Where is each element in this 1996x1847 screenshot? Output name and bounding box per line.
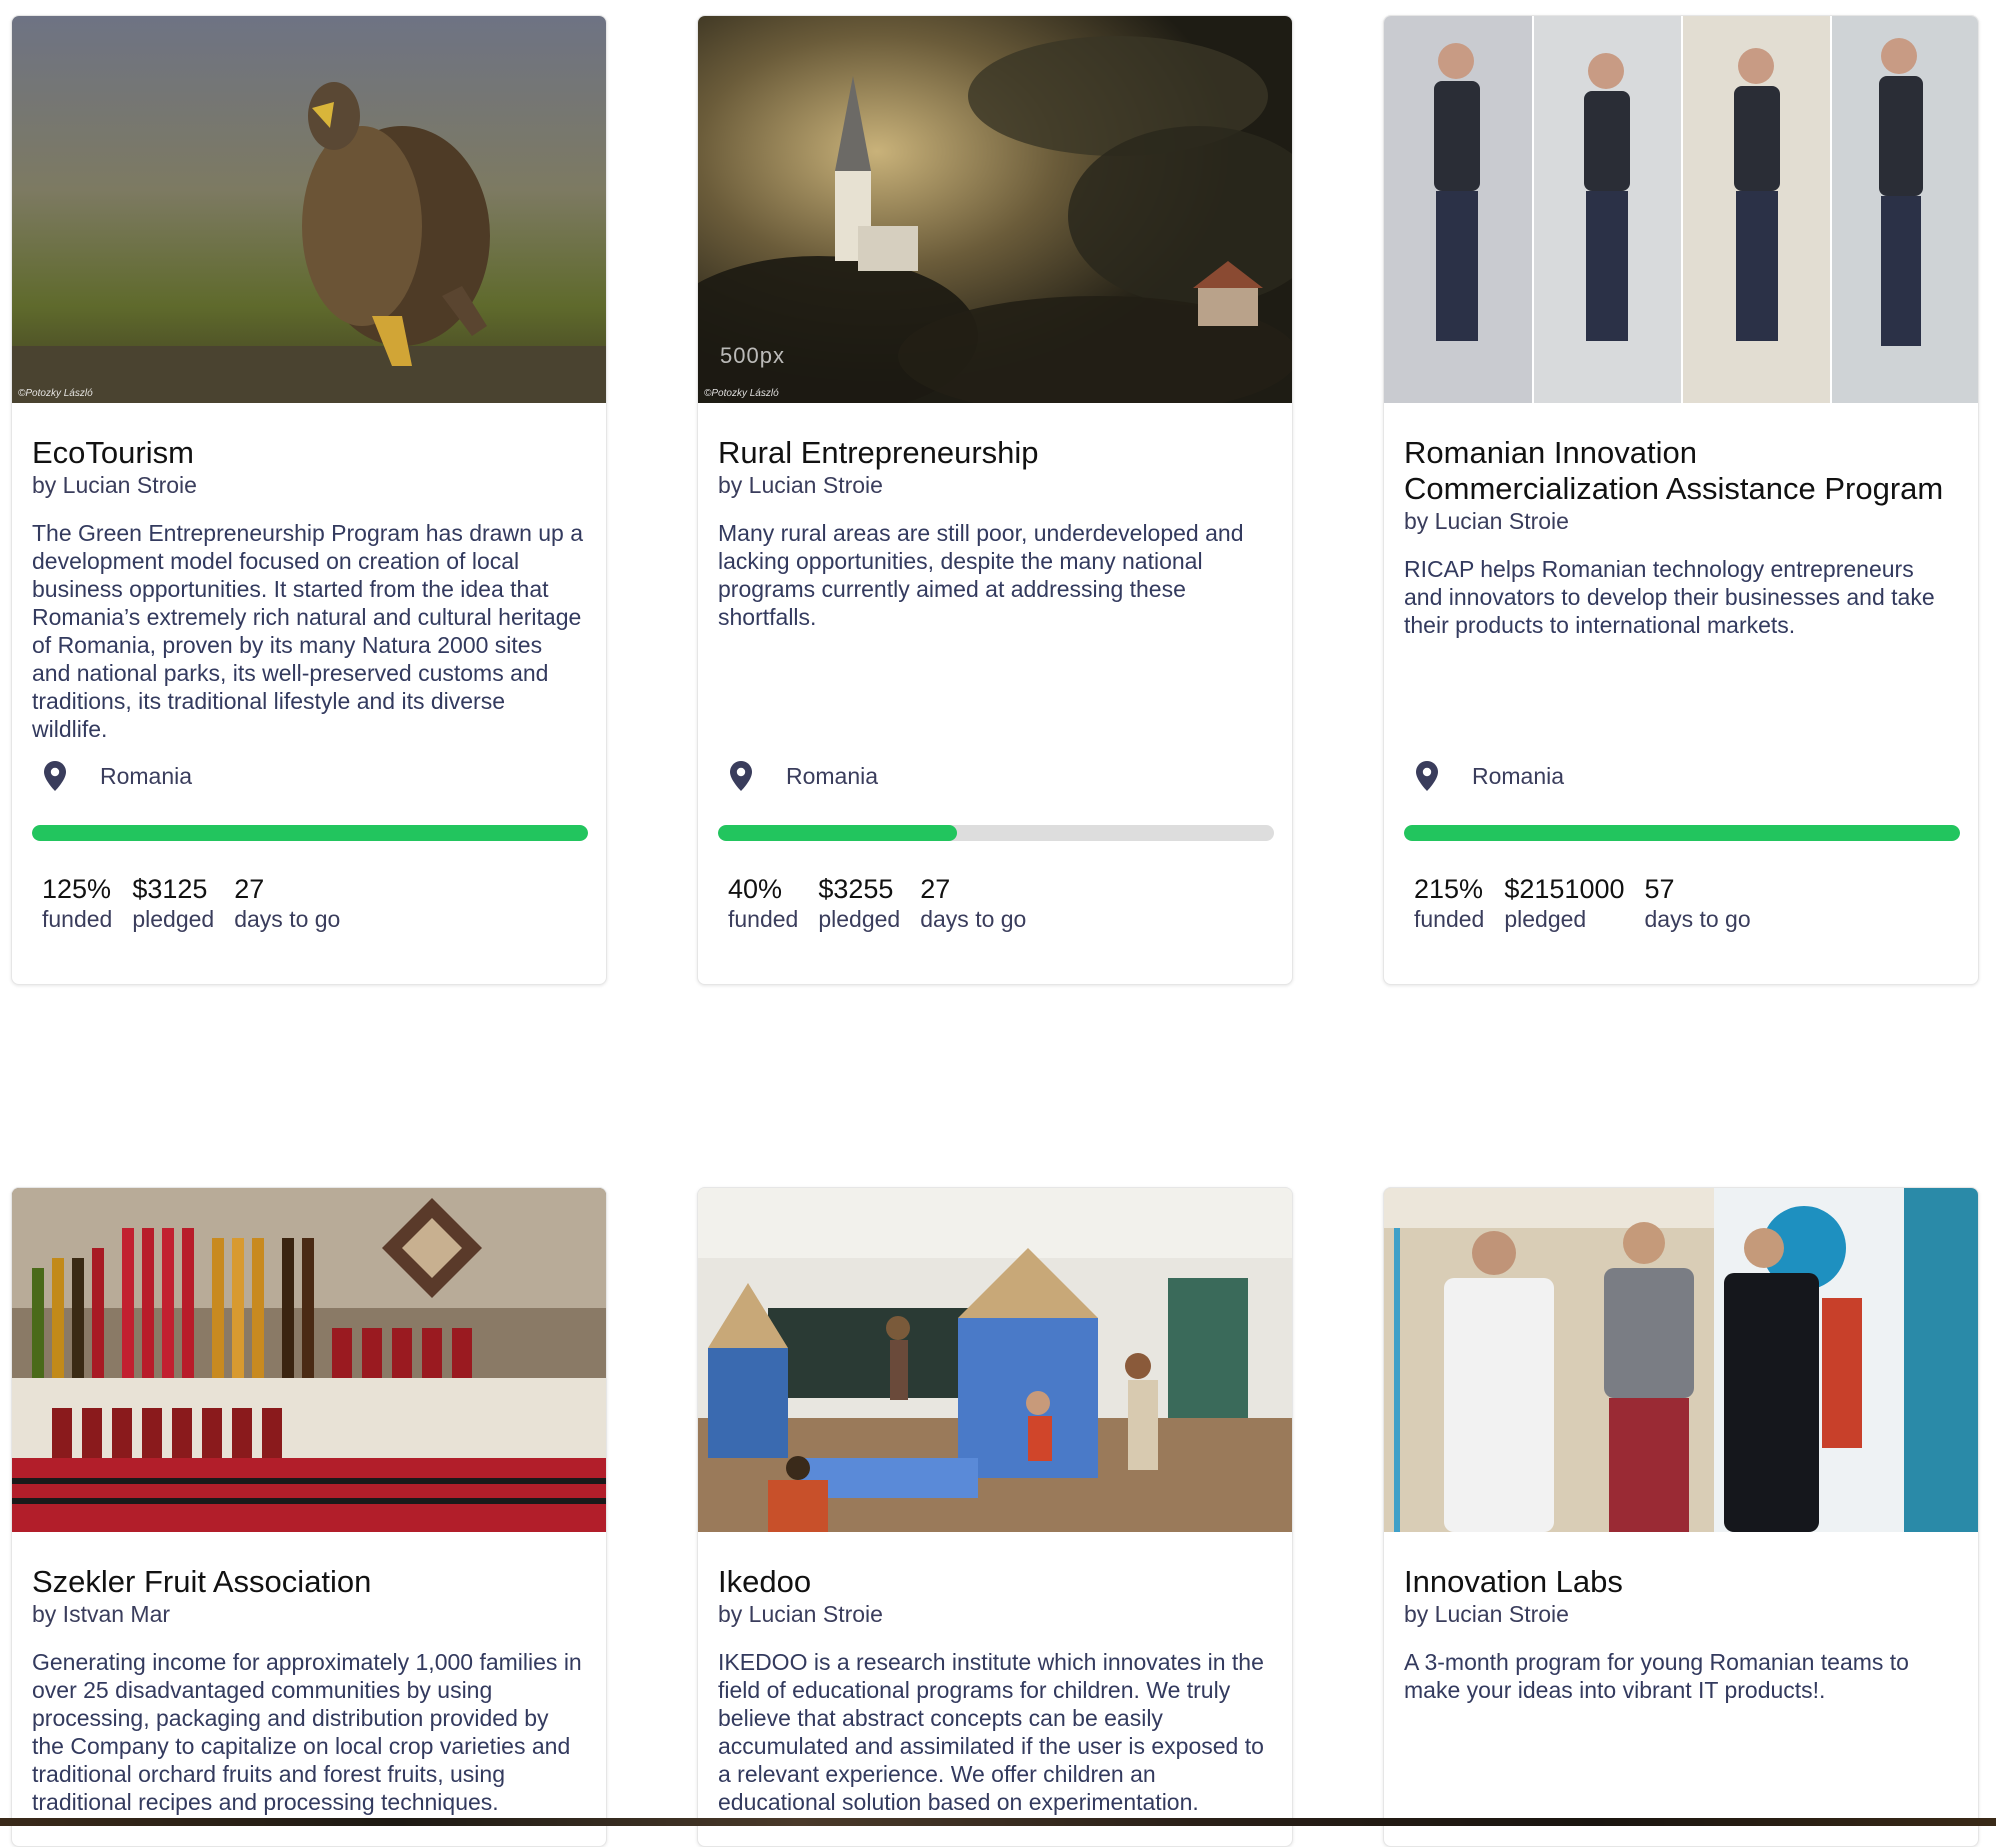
photo-watermark: 500px (720, 343, 785, 368)
eagle-photo-image (12, 16, 606, 403)
pledged-value: $3255 (818, 874, 894, 904)
exoskeleton-photo-image (1384, 16, 1978, 403)
map-pin-icon (44, 761, 66, 791)
funding-stats: 40% funded $3255 pledged 27 days to go (728, 874, 1046, 934)
funded-value: 40% (728, 874, 783, 904)
days-label: days to go (920, 906, 1027, 932)
photo-credit: ©Potozky László (18, 388, 93, 399)
stat-pledged: $3125 pledged (132, 874, 214, 934)
funding-progress-bar (1404, 825, 1960, 841)
project-photo-innovation-labs[interactable] (1384, 1188, 1978, 1532)
pledged-value: $2151000 (1504, 874, 1625, 904)
stat-days: 27 days to go (920, 874, 1026, 934)
footer-image-strip (0, 1818, 1996, 1826)
project-grid: ©Potozky László EcoTourism by Lucian Str… (0, 0, 1996, 1847)
project-description: A 3-month program for young Romanian tea… (1404, 1649, 1909, 1703)
days-value: 57 (1644, 874, 1675, 904)
stat-funded: 40% funded (728, 874, 798, 934)
innovation-labs-photo-image (1384, 1188, 1978, 1532)
project-card[interactable]: 500px ©Potozky László Rural Entrepreneur… (697, 15, 1293, 985)
map-pin-icon (730, 761, 752, 791)
project-author[interactable]: by Lucian Stroie (718, 1600, 1272, 1628)
funding-progress-fill (718, 825, 958, 841)
project-author[interactable]: by Lucian Stroie (1404, 507, 1958, 535)
project-location: Romania (730, 761, 878, 791)
funding-progress-fill (32, 825, 588, 841)
days-label: days to go (234, 906, 341, 932)
photo-credit: ©Potozky László (704, 388, 779, 399)
project-location: Romania (1416, 761, 1564, 791)
location-label: Romania (786, 762, 879, 789)
project-card[interactable]: Innovation Labs by Lucian Stroie A 3-mon… (1383, 1187, 1979, 1847)
stat-pledged: $3255 pledged (818, 874, 900, 934)
project-card[interactable]: ©Potozky László EcoTourism by Lucian Str… (11, 15, 607, 985)
days-value: 27 (920, 874, 951, 904)
days-value: 27 (234, 874, 265, 904)
project-author[interactable]: by Istvan Mar (32, 1600, 586, 1628)
project-card[interactable]: Szekler Fruit Association by Istvan Mar … (11, 1187, 607, 1847)
pledged-value: $3125 (132, 874, 208, 904)
stat-pledged: $2151000 pledged (1504, 874, 1624, 934)
project-description: The Green Entrepreneurship Program has d… (32, 520, 584, 742)
village-photo-image (698, 16, 1292, 403)
project-title[interactable]: Romanian Innovation Commercialization As… (1404, 435, 1958, 507)
stat-days: 27 days to go (234, 874, 340, 934)
funding-progress-bar (718, 825, 1274, 841)
project-author[interactable]: by Lucian Stroie (32, 471, 586, 499)
project-location: Romania (44, 761, 192, 791)
project-author[interactable]: by Lucian Stroie (1404, 1600, 1958, 1628)
map-pin-icon (1416, 761, 1438, 791)
project-title[interactable]: EcoTourism (32, 435, 586, 471)
funded-label: funded (42, 906, 113, 932)
stat-funded: 215% funded (1414, 874, 1484, 934)
days-label: days to go (1644, 906, 1751, 932)
stat-funded: 125% funded (42, 874, 112, 934)
project-description: RICAP helps Romanian technology entrepre… (1404, 556, 1935, 638)
classroom-photo-image (698, 1188, 1292, 1532)
funded-value: 215% (1414, 874, 1484, 904)
project-photo-village[interactable]: 500px ©Potozky László (698, 16, 1292, 403)
pledged-label: pledged (818, 906, 901, 932)
funding-stats: 125% funded $3125 pledged 27 days to go (42, 874, 360, 934)
project-description: Generating income for approximately 1,00… (32, 1649, 582, 1815)
funded-label: funded (1414, 906, 1485, 932)
location-label: Romania (1472, 762, 1565, 789)
project-photo-classroom[interactable] (698, 1188, 1292, 1532)
project-photo-fruit-stand[interactable] (12, 1188, 606, 1532)
project-description: IKEDOO is a research institute which inn… (718, 1649, 1264, 1815)
funding-progress-bar (32, 825, 588, 841)
funding-progress-fill (1404, 825, 1960, 841)
funded-value: 125% (42, 874, 112, 904)
project-card[interactable]: Romanian Innovation Commercialization As… (1383, 15, 1979, 985)
project-author[interactable]: by Lucian Stroie (718, 471, 1272, 499)
location-label: Romania (100, 762, 193, 789)
project-title[interactable]: Ikedoo (718, 1564, 1272, 1600)
project-title[interactable]: Szekler Fruit Association (32, 1564, 586, 1600)
pledged-label: pledged (1504, 906, 1587, 932)
funding-stats: 215% funded $2151000 pledged 57 days to … (1414, 874, 1771, 934)
project-photo-exoskeleton[interactable] (1384, 16, 1978, 403)
project-description: Many rural areas are still poor, underde… (718, 520, 1244, 630)
project-card[interactable]: Ikedoo by Lucian Stroie IKEDOO is a rese… (697, 1187, 1293, 1847)
project-title[interactable]: Rural Entrepreneurship (718, 435, 1272, 471)
funded-label: funded (728, 906, 799, 932)
project-title[interactable]: Innovation Labs (1404, 1564, 1958, 1600)
stat-days: 57 days to go (1645, 874, 1751, 934)
pledged-label: pledged (132, 906, 215, 932)
fruit-stand-photo-image (12, 1188, 606, 1532)
project-photo-eagle[interactable]: ©Potozky László (12, 16, 606, 403)
